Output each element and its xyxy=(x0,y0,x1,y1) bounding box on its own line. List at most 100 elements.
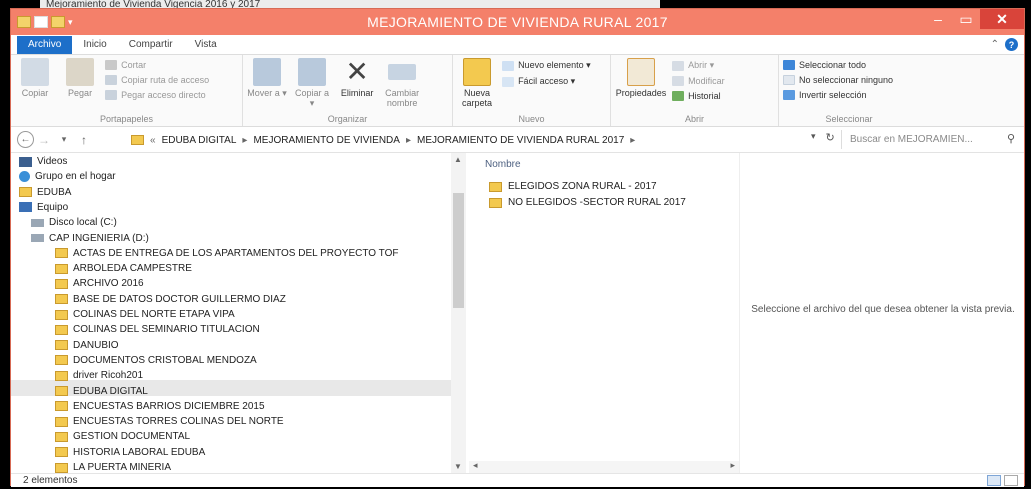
folder-icon xyxy=(55,309,68,320)
scrollbar-thumb[interactable] xyxy=(453,193,464,308)
cut-button[interactable]: Cortar xyxy=(105,60,209,70)
paste-shortcut-button[interactable]: Pegar acceso directo xyxy=(105,90,209,100)
horizontal-scrollbar[interactable]: ◂ ▸ xyxy=(469,460,739,473)
large-icons-view-icon[interactable] xyxy=(1004,475,1018,486)
breadcrumb-separator-icon[interactable]: ▸ xyxy=(630,135,635,146)
breadcrumb-item[interactable]: MEJORAMIENTO DE VIVIENDA RURAL 2017 xyxy=(417,135,624,146)
edit-button[interactable]: Modificar xyxy=(672,76,725,86)
rename-button[interactable]: Cambiar nombre xyxy=(382,58,422,108)
tree-item[interactable]: ARCHIVO 2016 xyxy=(55,276,144,291)
list-item[interactable]: NO ELEGIDOS -SECTOR RURAL 2017 xyxy=(489,197,686,208)
folder-icon xyxy=(55,248,68,259)
tab-archivo[interactable]: Archivo xyxy=(17,36,73,54)
tree-item[interactable]: HISTORIA LABORAL EDUBA xyxy=(55,445,205,460)
tree-item[interactable]: Equipo xyxy=(19,200,68,215)
easy-access-button[interactable]: Fácil acceso ▾ xyxy=(502,76,591,87)
address-dropdown-icon[interactable]: ▾ xyxy=(811,131,816,144)
delete-button[interactable]: ✕ Eliminar xyxy=(337,58,377,99)
select-all-button[interactable]: Seleccionar todo xyxy=(783,60,893,70)
scroll-up-icon[interactable]: ▲ xyxy=(454,155,462,164)
tree-item-label: ARBOLEDA CAMPESTRE xyxy=(73,263,192,275)
tree-item-label: HISTORIA LABORAL EDUBA xyxy=(73,446,206,458)
folder-icon xyxy=(489,181,502,192)
invert-selection-button[interactable]: Invertir selección xyxy=(783,90,893,100)
breadcrumb-separator-icon[interactable]: ▸ xyxy=(406,135,411,146)
group-label-nuevo: Nuevo xyxy=(518,114,545,124)
tree-item[interactable]: Disco local (C:) xyxy=(31,215,117,230)
overflow-chevron-icon[interactable]: « xyxy=(150,135,156,146)
refresh-icon[interactable]: ↻ xyxy=(826,131,835,144)
tree-item[interactable]: Videos xyxy=(19,154,67,169)
tree-item[interactable]: EDUBA xyxy=(19,185,71,200)
tree-item[interactable]: BASE DE DATOS DOCTOR GUILLERMO DIAZ xyxy=(55,292,286,307)
folder-icon xyxy=(55,401,68,412)
tree-item[interactable]: COLINAS DEL NORTE ETAPA VIPA xyxy=(55,307,235,322)
tree-item[interactable]: ARBOLEDA CAMPESTRE xyxy=(55,261,192,276)
navigation-pane[interactable]: Videos Grupo en el hogar EDUBA Equipo Disco … xyxy=(11,153,466,473)
folder-icon xyxy=(55,416,68,427)
back-arrow-icon[interactable]: ← xyxy=(17,131,34,148)
breadcrumb[interactable]: « EDUBA DIGITAL ▸ MEJORAMIENTO DE VIVIEN… xyxy=(131,131,796,149)
open-button[interactable]: Abrir ▾ xyxy=(672,60,725,71)
tree-item[interactable]: ENCUESTAS BARRIOS DICIEMBRE 2015 xyxy=(55,399,265,414)
copy-path-button[interactable]: Copiar ruta de acceso xyxy=(105,75,209,85)
scroll-down-icon[interactable]: ▼ xyxy=(454,462,462,471)
tab-compartir[interactable]: Compartir xyxy=(118,36,184,54)
invert-selection-icon xyxy=(783,90,795,100)
move-to-icon xyxy=(253,58,281,86)
tree-item-label: driver Ricoh201 xyxy=(73,370,144,382)
edit-icon xyxy=(672,76,685,86)
new-folder-button[interactable]: Nueva carpeta xyxy=(457,58,497,108)
search-icon[interactable]: ⚲ xyxy=(1007,132,1015,145)
tree-item[interactable]: driver Ricoh201 xyxy=(55,368,143,383)
maximize-button[interactable]: ▭ xyxy=(952,9,980,29)
move-to-button[interactable]: Mover a ▾ xyxy=(247,58,287,99)
properties-button[interactable]: Propiedades xyxy=(615,58,667,98)
list-item[interactable]: ELEGIDOS ZONA RURAL - 2017 xyxy=(489,181,657,192)
history-button[interactable]: Historial xyxy=(672,91,725,101)
clipboard-icon xyxy=(66,58,95,86)
nav-vertical-scrollbar[interactable]: ▲ ▼ xyxy=(451,153,466,473)
tab-inicio[interactable]: Inicio xyxy=(72,36,117,54)
tree-item-label: EDUBA DIGITAL xyxy=(73,385,148,397)
scroll-right-icon[interactable]: ▸ xyxy=(730,460,735,471)
help-icon[interactable]: ? xyxy=(1005,38,1018,51)
tree-item[interactable]: COLINAS DEL SEMINARIO TITULACION xyxy=(55,322,260,337)
column-header-nombre[interactable]: Nombre xyxy=(485,159,521,170)
details-view-icon[interactable] xyxy=(987,475,1001,486)
new-item-button[interactable]: Nuevo elemento ▾ xyxy=(502,60,591,71)
tree-item[interactable]: Grupo en el hogar xyxy=(19,169,116,184)
file-list[interactable]: Nombre ELEGIDOS ZONA RURAL - 2017 NO ELE… xyxy=(469,153,739,473)
tree-item[interactable]: GESTION DOCUMENTAL xyxy=(55,429,190,444)
minimize-button[interactable]: – xyxy=(924,9,952,29)
chevron-up-icon[interactable]: ⌃ xyxy=(991,39,999,50)
tab-vista[interactable]: Vista xyxy=(184,36,228,54)
copy-to-button[interactable]: Copiar a ▾ xyxy=(292,58,332,109)
title-bar[interactable]: ▾ MEJORAMIENTO DE VIVIENDA RURAL 2017 – … xyxy=(11,9,1024,35)
tree-item[interactable]: EDUBA DIGITAL xyxy=(55,384,148,399)
tree-item[interactable]: DANUBIO xyxy=(55,338,119,353)
tree-item[interactable]: ACTAS DE ENTREGA DE LOS APARTAMENTOS DEL… xyxy=(55,246,398,261)
tree-item[interactable]: CAP INGENIERIA (D:) xyxy=(31,231,149,246)
tree-item-label: Equipo xyxy=(37,201,69,213)
up-arrow-icon[interactable]: ↑ xyxy=(74,130,94,150)
tree-item-label: Grupo en el hogar xyxy=(35,171,116,183)
tree-item[interactable]: DOCUMENTOS CRISTOBAL MENDOZA xyxy=(55,353,257,368)
recent-locations-chevron-icon[interactable]: ▾ xyxy=(54,130,74,150)
content-area: Videos Grupo en el hogar EDUBA Equipo Disco … xyxy=(11,153,1024,473)
folder-icon xyxy=(55,370,68,381)
close-button[interactable]: ✕ xyxy=(980,9,1024,29)
group-organizar: Mover a ▾ Copiar a ▾ ✕ Eliminar Cambiar … xyxy=(243,55,453,126)
forward-arrow-icon[interactable]: → xyxy=(34,130,54,150)
tree-item[interactable]: LA PUERTA MINERIA xyxy=(55,460,171,473)
select-none-button[interactable]: No seleccionar ninguno xyxy=(783,75,893,85)
search-input[interactable]: Buscar en MEJORAMIEN... ⚲ xyxy=(841,130,1021,149)
breadcrumb-separator-icon[interactable]: ▸ xyxy=(242,135,247,146)
breadcrumb-item[interactable]: MEJORAMIENTO DE VIVIENDA xyxy=(253,135,400,146)
breadcrumb-item[interactable]: EDUBA DIGITAL xyxy=(162,135,237,146)
copy-button[interactable]: Copiar xyxy=(15,58,55,98)
paste-button[interactable]: Pegar xyxy=(60,58,100,98)
ribbon-tabs: Archivo Inicio Compartir Vista ⌃ ? xyxy=(11,35,1024,55)
tree-item[interactable]: ENCUESTAS TORRES COLINAS DEL NORTE xyxy=(55,414,284,429)
scroll-left-icon[interactable]: ◂ xyxy=(473,460,478,471)
